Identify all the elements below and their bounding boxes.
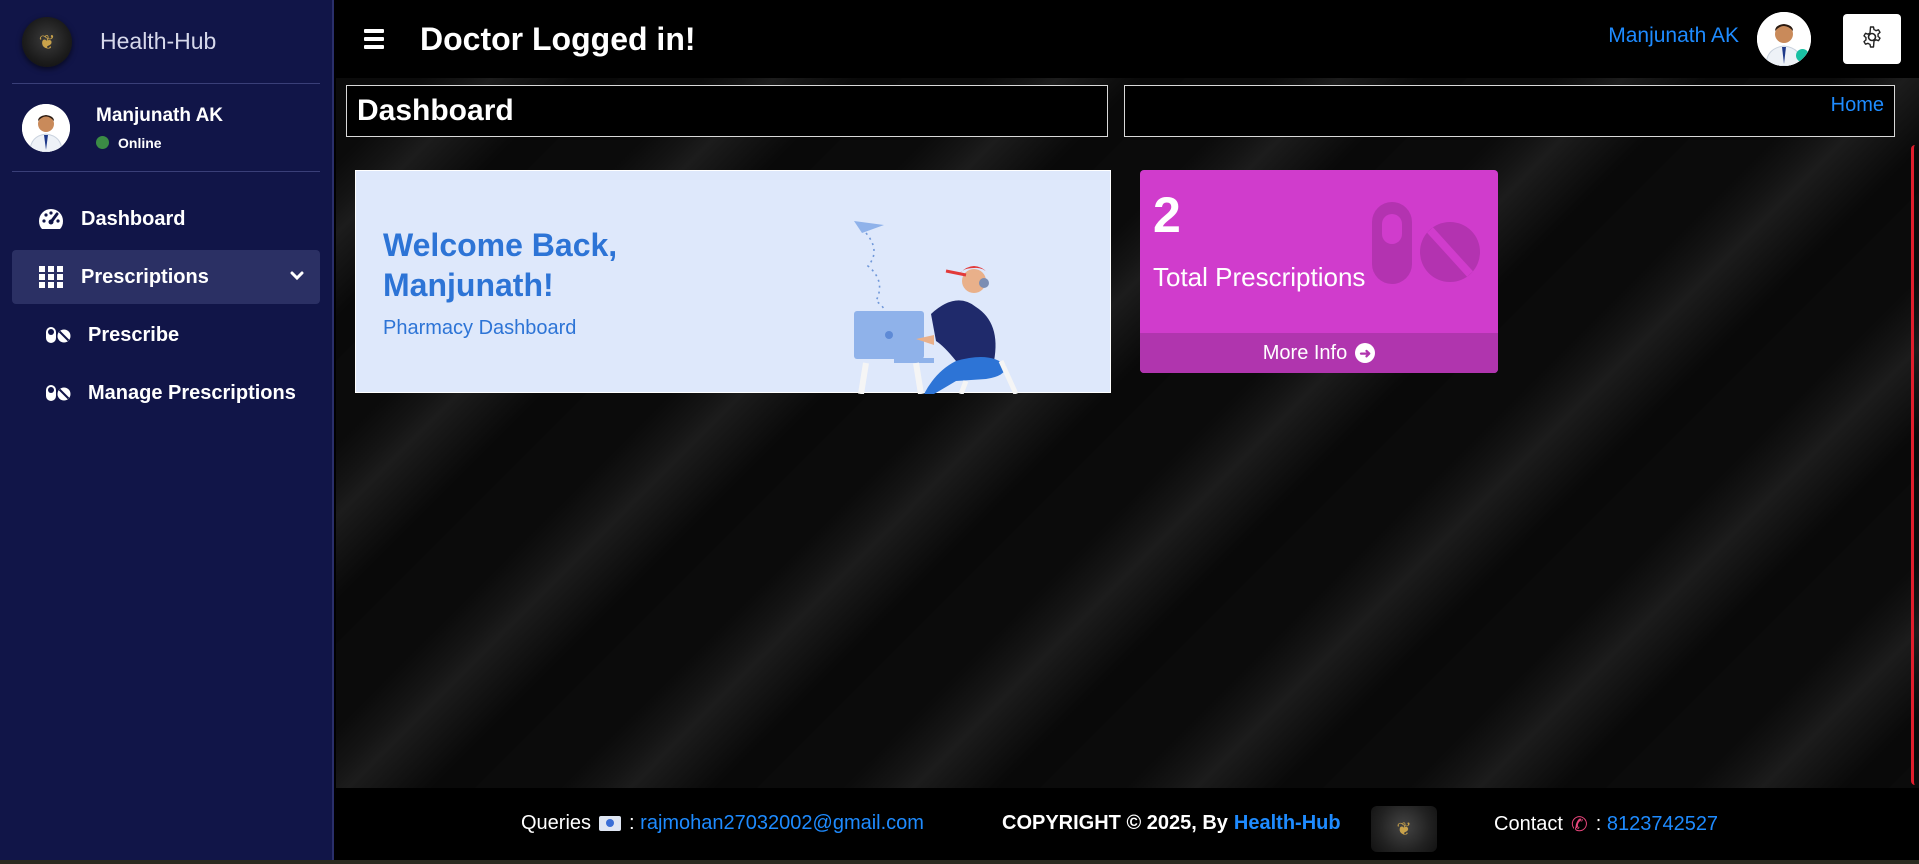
working-person-illustration xyxy=(854,221,1019,394)
brand-name: Health-Hub xyxy=(100,28,217,54)
sidebar-item-manage-prescriptions[interactable]: Manage Prescriptions xyxy=(12,366,320,420)
navbar-avatar[interactable] xyxy=(1757,12,1811,66)
brand-logo: ❦ xyxy=(22,16,72,67)
sidebar-item-dashboard[interactable]: Dashboard xyxy=(12,192,320,246)
email-icon xyxy=(599,816,622,831)
welcome-subtitle: Pharmacy Dashboard xyxy=(383,317,577,339)
user-panel: Manjunath AK Online xyxy=(12,84,320,172)
more-info-label: More Info xyxy=(1262,341,1348,364)
queries-label: Queries xyxy=(521,812,592,834)
sidebar-item-label: Manage Prescriptions xyxy=(88,381,296,404)
sidebar-nav: Dashboard Prescriptions Prescribe Manage… xyxy=(0,192,332,420)
stat-value: 2 xyxy=(1153,187,1181,243)
top-navbar: Doctor Logged in! Manjunath AK xyxy=(336,0,1919,78)
footer-brand-link[interactable]: Health-Hub xyxy=(1234,812,1341,835)
total-prescriptions-card: 2 Total Prescriptions More Info ➜ xyxy=(1140,170,1498,373)
email-link[interactable]: rajmohan27032002@gmail.com xyxy=(640,812,924,835)
content-wrapper: Dashboard Home Welcome Back, Manjunath! … xyxy=(336,78,1919,788)
tachometer-icon xyxy=(37,205,65,233)
welcome-title: Welcome Back, Manjunath! xyxy=(383,227,618,303)
navbar-user-name[interactable]: Manjunath AK xyxy=(1608,24,1739,48)
chevron-down-icon xyxy=(290,268,304,286)
sidebar-item-label: Dashboard xyxy=(81,207,186,230)
phone-icon: ✆ xyxy=(1570,814,1588,836)
online-dot-icon xyxy=(1796,49,1809,62)
grid-icon xyxy=(37,263,65,291)
sidebar-item-prescriptions[interactable]: Prescriptions xyxy=(12,250,320,304)
window-bottom-border xyxy=(0,860,1919,864)
content-header-row: Dashboard Home xyxy=(346,85,1895,137)
footer-copyright: COPYRIGHT © 2025, By Health-Hub xyxy=(1002,812,1341,835)
status-label: Online xyxy=(118,134,162,151)
more-info-link[interactable]: More Info ➜ xyxy=(1140,333,1498,373)
sidebar: ❦ Health-Hub Manjunath AK Online Dashboa… xyxy=(0,0,334,860)
page-title: Dashboard xyxy=(357,94,514,127)
welcome-card: Welcome Back, Manjunath! Pharmacy Dashbo… xyxy=(355,170,1111,394)
footer-contact: Contact ✆ : 8123742527 xyxy=(1494,812,1718,837)
footer-queries: Queries : rajmohan27032002@gmail.com xyxy=(521,812,924,835)
online-dot-icon xyxy=(96,136,109,149)
scrollbar[interactable] xyxy=(1911,145,1919,785)
breadcrumb: Home xyxy=(1123,85,1895,137)
phone-link[interactable]: 8123742527 xyxy=(1607,813,1718,836)
arrow-circle-right-icon: ➜ xyxy=(1355,343,1376,363)
footer-logo: ❦ xyxy=(1371,806,1437,852)
sidebar-item-prescribe[interactable]: Prescribe xyxy=(12,308,320,362)
content-header: Dashboard xyxy=(346,85,1108,137)
menu-toggle-icon[interactable] xyxy=(364,25,392,53)
sidebar-item-label: Prescriptions xyxy=(81,265,209,288)
pills-icon xyxy=(44,379,72,407)
stat-label: Total Prescriptions xyxy=(1153,262,1366,292)
contact-label: Contact xyxy=(1494,813,1563,835)
breadcrumb-home-link[interactable]: Home xyxy=(1831,94,1884,117)
gear-icon xyxy=(1860,25,1884,53)
settings-button[interactable] xyxy=(1843,14,1901,64)
footer: Queries : rajmohan27032002@gmail.com COP… xyxy=(336,788,1919,860)
pills-icon xyxy=(44,321,72,349)
copyright-text: COPYRIGHT © 2025, By xyxy=(1002,812,1228,834)
online-status: Online xyxy=(96,135,223,151)
brand-link[interactable]: ❦ Health-Hub xyxy=(12,0,320,84)
colon-separator: : xyxy=(1595,813,1607,835)
page-heading: Doctor Logged in! xyxy=(420,20,696,57)
colon-separator: : xyxy=(629,812,641,834)
pills-icon xyxy=(1372,202,1480,284)
user-name: Manjunath AK xyxy=(96,104,224,126)
sidebar-item-label: Prescribe xyxy=(88,323,180,346)
doctor-avatar xyxy=(22,103,70,152)
